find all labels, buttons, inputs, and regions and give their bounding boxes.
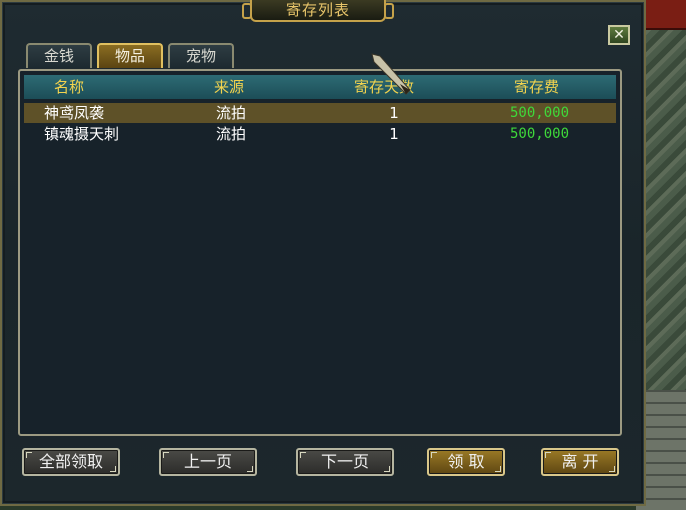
tab-pets[interactable]: 宠物 — [168, 43, 234, 68]
item-fee: 500,000 — [510, 126, 570, 142]
item-name: 镇魂摄天刺 — [44, 125, 120, 143]
prev-page-button[interactable]: 上一页 — [159, 448, 257, 476]
corner-ornament — [495, 466, 501, 472]
claim-all-label: 全部领取 — [38, 452, 103, 471]
item-days: 1 — [389, 125, 399, 143]
corner-ornament — [247, 466, 253, 472]
scenery-roof — [646, 0, 686, 30]
close-button[interactable]: ✕ — [608, 25, 630, 45]
item-fee: 500,000 — [510, 105, 570, 121]
leave-button[interactable]: 离 开 — [541, 448, 619, 476]
table-header: 名称 来源 寄存天数 寄存费 — [24, 75, 616, 99]
corner-ornament — [384, 466, 390, 472]
corner-ornament — [609, 466, 615, 472]
tab-items[interactable]: 物品 — [97, 43, 163, 68]
corner-ornament — [110, 466, 116, 472]
close-x-icon: ✕ — [613, 27, 625, 43]
storage-list-window: 寄存列表 ✕ 金钱 物品 宠物 名称 来源 寄存天数 寄存费 神鸢凤袭 流拍 1… — [0, 0, 646, 506]
column-header-name[interactable]: 名称 — [54, 75, 84, 99]
corner-ornament — [26, 452, 32, 458]
claim-label: 领 取 — [447, 452, 485, 471]
next-page-button[interactable]: 下一页 — [296, 448, 394, 476]
claim-button[interactable]: 领 取 — [427, 448, 505, 476]
column-header-fee[interactable]: 寄存费 — [514, 75, 559, 99]
prev-page-label: 上一页 — [183, 452, 232, 471]
corner-ornament — [545, 452, 551, 458]
item-source: 流拍 — [216, 125, 247, 143]
item-name: 神鸢凤袭 — [44, 104, 105, 122]
item-days: 1 — [389, 104, 399, 122]
item-source: 流拍 — [216, 104, 247, 122]
corner-ornament — [163, 452, 169, 458]
mouse-cursor-icon — [371, 53, 411, 95]
next-page-label: 下一页 — [320, 452, 369, 471]
leave-label: 离 开 — [561, 452, 599, 471]
storage-list-panel: 名称 来源 寄存天数 寄存费 神鸢凤袭 流拍 1 500,000 镇魂摄天刺 流… — [18, 69, 622, 436]
window-title: 寄存列表 — [242, 0, 394, 22]
corner-ornament — [431, 452, 437, 458]
table-row[interactable]: 神鸢凤袭 流拍 1 500,000 — [24, 103, 616, 123]
claim-all-button[interactable]: 全部领取 — [22, 448, 120, 476]
corner-ornament — [300, 452, 306, 458]
column-header-source[interactable]: 来源 — [214, 75, 244, 99]
tab-money[interactable]: 金钱 — [26, 43, 92, 68]
table-row[interactable]: 镇魂摄天刺 流拍 1 500,000 — [24, 124, 616, 144]
